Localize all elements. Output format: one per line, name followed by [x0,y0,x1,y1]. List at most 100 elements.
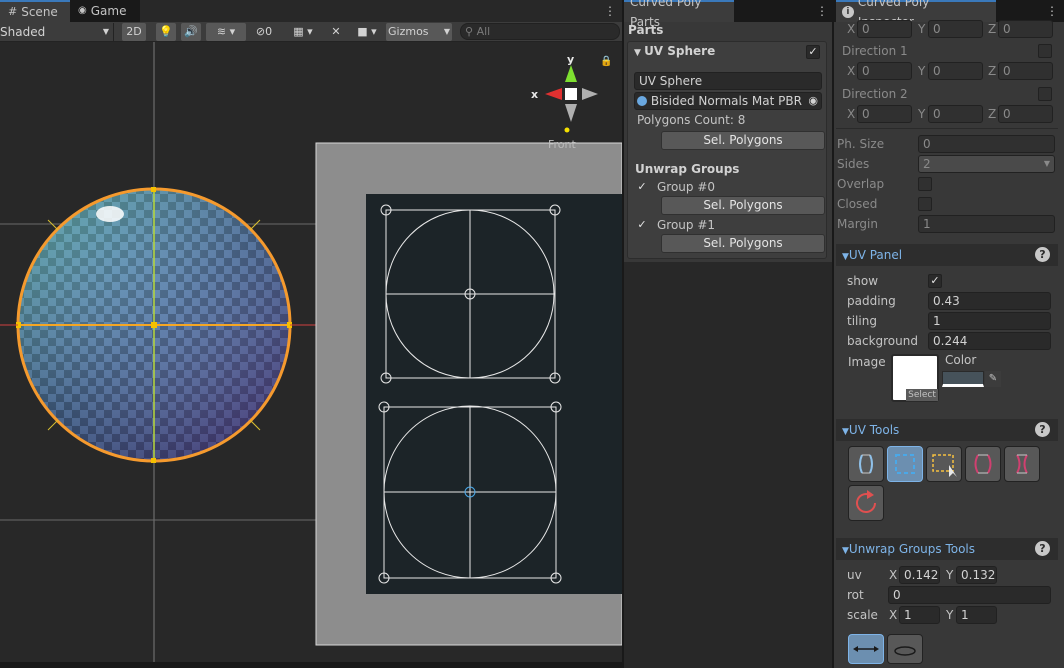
lighting-toggle-icon[interactable]: 💡 [156,23,176,41]
sel-polygons-button[interactable]: Sel. Polygons [661,131,825,150]
scene-canvas[interactable]: y x Front 🔒 [0,42,622,668]
margin-label: Margin [837,217,878,231]
part-foldout[interactable]: ▼ UV Sphere [634,42,715,62]
uv-tool-mirror-icon[interactable] [965,446,1001,482]
polygons-count-label: Polygons Count: 8 [637,113,746,127]
background-field[interactable]: 0.244 [928,332,1051,350]
overlap-checkbox[interactable] [918,177,932,191]
direction-2-y[interactable]: 0 [928,105,983,123]
unwrap-tool-stretch-icon[interactable] [848,634,884,664]
direction-1-label: Direction 1 [842,44,908,58]
help-icon[interactable]: ? [1035,247,1050,262]
gamepad-icon: ◉ [78,5,87,16]
uv-tool-flip-icon[interactable] [848,446,884,482]
help-icon[interactable]: ? [1035,541,1050,556]
scene-search-input[interactable]: ⚲ All [460,23,620,40]
top-vec-z[interactable]: 0 [998,20,1053,38]
rot-field[interactable]: 0 [888,586,1051,604]
uv-y-field[interactable]: 0.1329 [956,566,997,584]
direction-2-checkbox[interactable] [1038,87,1052,101]
ph-size-field[interactable]: 0 [918,135,1055,153]
uv-tool-mirror-alt-icon[interactable] [1004,446,1040,482]
top-vec-x[interactable]: 0 [857,20,912,38]
uv-tool-select-rect-icon[interactable] [926,446,962,482]
unwrap-tool-wrap-icon[interactable] [887,634,923,664]
uv-tool-reset-icon[interactable] [848,485,884,521]
pivot-handle [151,322,157,328]
group-0-sel-polygons-button[interactable]: Sel. Polygons [661,196,825,215]
parts-panel: Curved Poly Parts ⋮ Parts ▼ UV Sphere ✓ … [624,0,832,668]
tools-icon[interactable]: ✕ [326,23,346,41]
material-icon [637,96,647,106]
uv-label: uv [847,568,862,582]
scene-view[interactable]: # Scene ◉ Game ⋮ Shaded ▼ 2D 💡 🔊 ≋ ▾ ⊘0 … [0,0,622,668]
eyedropper-icon[interactable]: ✎ [985,371,1001,387]
direction-1-x[interactable]: 0 [857,62,912,80]
chevron-down-icon: ▼ [1043,159,1050,168]
foldout-arrow-icon: ▼ [634,48,645,58]
mode-2d-button[interactable]: 2D [122,23,146,41]
inspector-menu-icon[interactable]: ⋮ [1046,4,1058,18]
audio-toggle-icon[interactable]: 🔊 [181,23,201,41]
effects-dropdown-icon[interactable]: ≋ ▾ [206,23,246,41]
unwrap-groups-tools-header[interactable]: ▼Unwrap Groups Tools ? [836,538,1058,560]
lock-icon: 🔒 [600,55,612,67]
background-label: background [847,334,918,348]
scale-x-field[interactable]: 1 [899,606,940,624]
tab-scene[interactable]: # Scene [0,0,70,22]
top-vec-y[interactable]: 0 [928,20,983,38]
tiling-label: tiling [847,314,877,328]
ph-size-label: Ph. Size [837,137,885,151]
grid-snap-dropdown-icon[interactable]: ▦ ▾ [284,23,322,41]
grid-icon: # [8,5,18,18]
gizmos-dropdown[interactable]: Gizmos ▼ [386,23,452,41]
group-0-label: Group #0 [657,180,716,194]
object-picker-icon[interactable]: ◉ [808,93,818,109]
scene-tab-bar: # Scene ◉ Game [0,0,140,22]
uv-x-field[interactable]: 0.1427 [899,566,940,584]
hidden-objects-toggle[interactable]: ⊘0 [250,23,278,41]
tab-curved-poly-inspector[interactable]: i Curved Poly Inspector [836,0,996,29]
direction-2-label: Direction 2 [842,87,908,101]
direction-1-y[interactable]: 0 [928,62,983,80]
sides-dropdown[interactable]: 2 ▼ [918,155,1055,173]
color-swatch[interactable] [942,371,984,387]
direction-2-x[interactable]: 0 [857,105,912,123]
closed-label: Closed [837,197,878,211]
show-checkbox[interactable]: ✓ [928,274,942,288]
closed-checkbox[interactable] [918,197,932,211]
camera-dropdown-icon[interactable]: ■ ▾ [352,23,382,41]
info-icon: i [842,6,854,18]
direction-2-z[interactable]: 0 [998,105,1053,123]
shading-dropdown[interactable]: Shaded ▼ [0,23,114,41]
parts-menu-icon[interactable]: ⋮ [816,4,828,18]
padding-label: padding [847,294,896,308]
help-icon[interactable]: ? [1035,422,1050,437]
direction-1-z[interactable]: 0 [998,62,1053,80]
group-1-label: Group #1 [657,218,716,232]
image-select-button[interactable]: Select [906,389,938,401]
color-label: Color [945,353,977,367]
tab-game[interactable]: ◉ Game [70,0,140,22]
uv-tool-rotate-icon[interactable] [887,446,923,482]
tiling-field[interactable]: 1 [928,312,1051,330]
material-field[interactable]: Bisided Normals Mat PBR ◉ [634,92,822,110]
group-0-checkbox[interactable]: ✓ [635,181,649,195]
part-name-field[interactable]: UV Sphere [634,72,822,90]
group-1-checkbox[interactable]: ✓ [635,219,649,233]
uv-panel-header[interactable]: ▼UV Panel ? [836,244,1058,266]
gizmo-y-label: y [567,53,574,66]
direction-1-checkbox[interactable] [1038,44,1052,58]
gizmo-view-label: Front [548,138,577,151]
uv-tools-header[interactable]: ▼UV Tools ? [836,419,1058,441]
part-enabled-checkbox[interactable]: ✓ [806,45,820,59]
foldout-arrow-icon: ▼ [842,252,849,262]
margin-field[interactable]: 1 [918,215,1055,233]
group-1-sel-polygons-button[interactable]: Sel. Polygons [661,234,825,253]
scale-label: scale [847,608,878,622]
foldout-arrow-icon: ▼ [842,546,849,556]
scale-y-field[interactable]: 1 [956,606,997,624]
padding-field[interactable]: 0.43 [928,292,1051,310]
tab-curved-poly-parts[interactable]: Curved Poly Parts [624,0,734,29]
scene-menu-icon[interactable]: ⋮ [604,4,616,18]
